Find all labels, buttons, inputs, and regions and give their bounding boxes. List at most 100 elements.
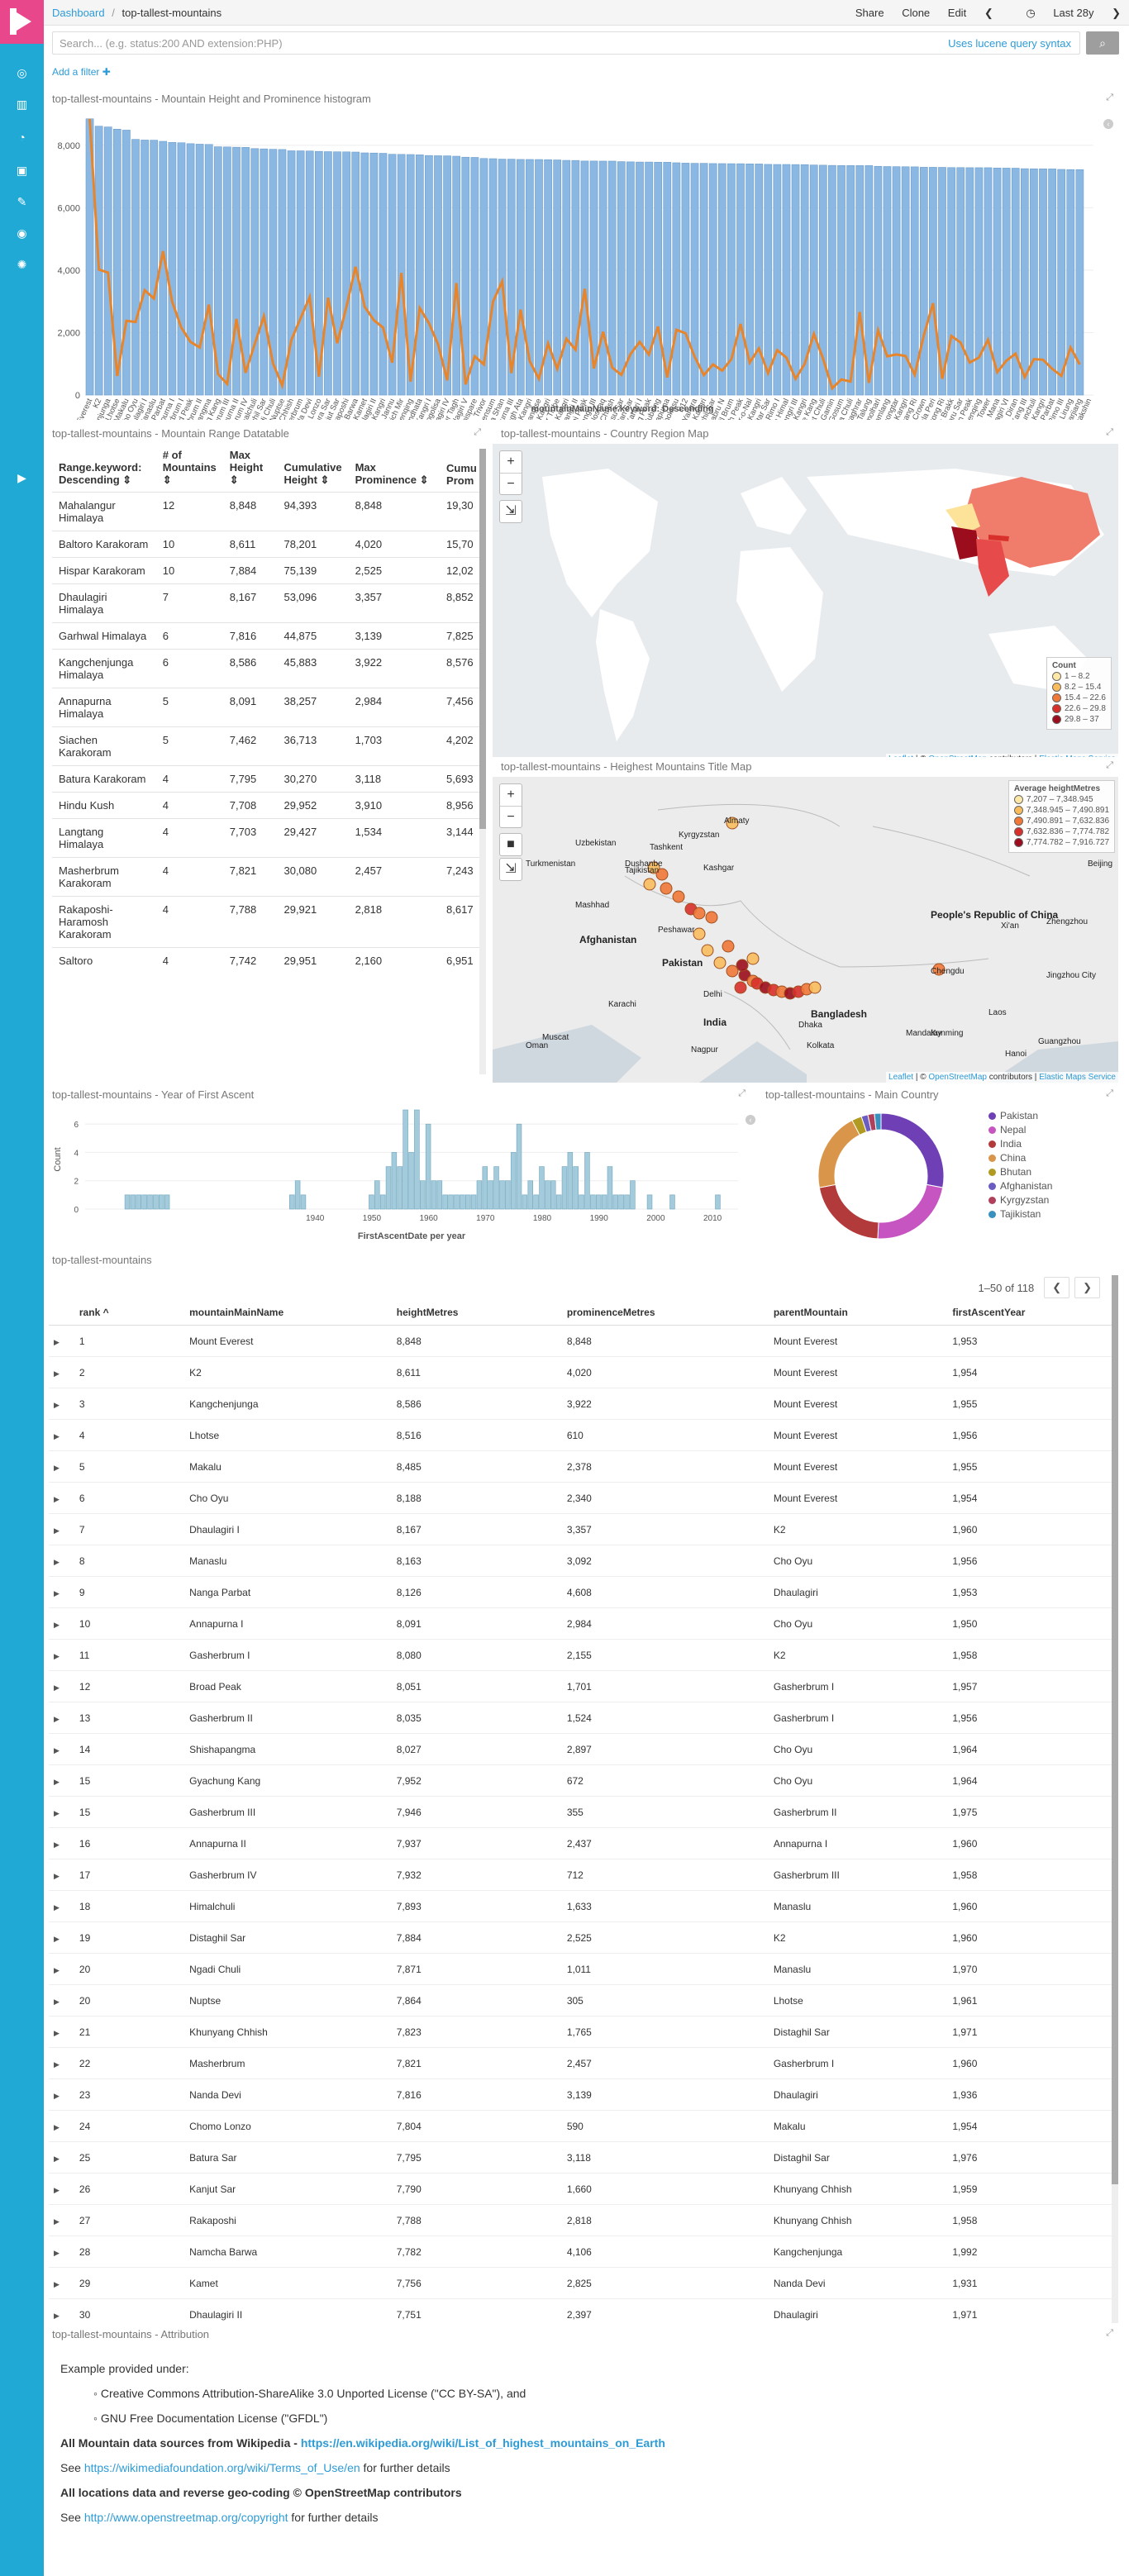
expand-row-icon[interactable]: ▶ [54, 2155, 60, 2163]
expand-cell[interactable]: ▶ [49, 1796, 74, 1828]
legend-collapse-icon[interactable]: ‹ [746, 1115, 755, 1125]
search-input[interactable]: Search... (e.g. status:200 AND extension… [52, 31, 1080, 55]
expand-cell[interactable]: ▶ [49, 1513, 74, 1545]
dashboard-icon[interactable]: ◔ [14, 130, 30, 145]
clone-button[interactable]: Clone [902, 7, 930, 19]
expand-row-icon[interactable]: ▶ [54, 1746, 60, 1755]
expand-cell[interactable]: ▶ [49, 1921, 74, 1954]
expand-row-icon[interactable]: ▶ [54, 1432, 60, 1440]
lucene-syntax-link[interactable]: Uses lucene query syntax [948, 37, 1071, 50]
expand-row-icon[interactable]: ▶ [54, 2186, 60, 2194]
legend-entry[interactable]: Nepal [988, 1124, 1052, 1136]
legend-entry[interactable]: India [988, 1138, 1052, 1150]
table-scrollbar[interactable] [479, 449, 486, 1074]
expand-row-icon[interactable]: ▶ [54, 1495, 60, 1503]
expand-row-icon[interactable]: ▶ [54, 1464, 60, 1472]
osm-copyright-link[interactable]: http://www.openstreetmap.org/copyright [84, 2511, 288, 2524]
time-prev-button[interactable]: ❮ [984, 7, 993, 19]
leaflet-link[interactable]: Leaflet [888, 1073, 913, 1082]
expand-cell[interactable]: ▶ [49, 1356, 74, 1388]
expand-icon[interactable]: ⤢ [1106, 2328, 1113, 2339]
expand-cell[interactable]: ▶ [49, 2078, 74, 2111]
time-picker[interactable]: ◷ Last 28y [1011, 7, 1093, 19]
range-column-header[interactable]: Max Height ⇕ [223, 445, 278, 493]
range-column-header[interactable]: # of Mountains ⇕ [156, 445, 223, 493]
expand-cell[interactable]: ▶ [49, 1450, 74, 1483]
expand-cell[interactable]: ▶ [49, 1388, 74, 1420]
expand-cell[interactable]: ▶ [49, 2016, 74, 2048]
expand-cell[interactable]: ▶ [49, 1545, 74, 1577]
expand-cell[interactable]: ▶ [49, 1607, 74, 1640]
expand-row-icon[interactable]: ▶ [54, 2092, 60, 2100]
zoom-control[interactable]: + − [499, 783, 522, 828]
expand-cell[interactable]: ▶ [49, 2236, 74, 2268]
fit-bounds-control[interactable]: ⇲ [499, 500, 522, 523]
expand-cell[interactable]: ▶ [49, 1890, 74, 1922]
expand-cell[interactable]: ▶ [49, 2110, 74, 2142]
range-column-header[interactable]: Cumulative Height ⇕ [277, 445, 348, 493]
expand-cell[interactable]: ▶ [49, 2298, 74, 2323]
page-prev-button[interactable]: ❮ [1044, 1277, 1070, 1298]
expand-icon[interactable]: ⤢ [1106, 427, 1113, 438]
legend-entry[interactable]: Afghanistan [988, 1180, 1052, 1192]
timelion-icon[interactable]: ▣ [14, 163, 30, 179]
dev-tools-icon[interactable]: ✎ [14, 194, 30, 210]
heighest-mountains-map[interactable]: + − ■ ⇲ Almaty Uzbekistan Tashkent Kyrgyzst… [493, 777, 1118, 1083]
expand-cell[interactable]: ▶ [49, 1953, 74, 1985]
expand-cell[interactable]: ▶ [49, 2267, 74, 2299]
expand-row-icon[interactable]: ▶ [54, 2280, 60, 2288]
expand-row-icon[interactable]: ▶ [54, 1621, 60, 1629]
mountains-column-header[interactable]: rank ^ [74, 1300, 185, 1326]
monitoring-icon[interactable]: ◉ [14, 226, 30, 241]
zoom-out-button[interactable]: − [500, 807, 522, 828]
table-scrollbar[interactable] [1112, 1275, 1118, 2323]
expand-cell[interactable]: ▶ [49, 1576, 74, 1608]
mountains-column-header[interactable]: heightMetres [391, 1300, 562, 1326]
expand-row-icon[interactable]: ▶ [54, 1966, 60, 1974]
expand-cell[interactable]: ▶ [49, 1482, 74, 1514]
discover-icon[interactable]: ◎ [14, 65, 30, 81]
expand-row-icon[interactable]: ▶ [54, 2217, 60, 2226]
country-region-map[interactable]: + − ⇲ Count 1 – 8.2 8.2 – 15.4 15.4 – 22.6… [493, 444, 1118, 764]
expand-cell[interactable]: ▶ [49, 2047, 74, 2079]
fit-bounds-control[interactable]: ⇲ [499, 858, 522, 881]
time-next-button[interactable]: ❯ [1112, 7, 1121, 19]
expand-row-icon[interactable]: ▶ [54, 1401, 60, 1409]
mountains-column-header[interactable]: firstAscentYear [947, 1300, 1115, 1326]
expand-row-icon[interactable]: ▶ [54, 1558, 60, 1566]
expand-cell[interactable]: ▶ [49, 1859, 74, 1891]
expand-row-icon[interactable]: ▶ [54, 1840, 60, 1849]
ems-link[interactable]: Elastic Maps Service [1039, 1073, 1116, 1082]
osm-link[interactable]: OpenStreetMap [928, 1073, 987, 1082]
expand-row-icon[interactable]: ▶ [54, 1935, 60, 1943]
edit-button[interactable]: Edit [948, 7, 966, 19]
mountains-column-header[interactable]: prominenceMetres [561, 1300, 769, 1326]
expand-row-icon[interactable]: ▶ [54, 1997, 60, 2006]
expand-cell[interactable]: ▶ [49, 1639, 74, 1671]
search-button[interactable]: ⌕ [1086, 31, 1119, 55]
zoom-control[interactable]: + − [499, 450, 522, 495]
management-icon[interactable]: ✺ [14, 257, 30, 273]
share-button[interactable]: Share [855, 7, 884, 19]
expand-row-icon[interactable]: ▶ [54, 2029, 60, 2037]
expand-row-icon[interactable]: ▶ [54, 1872, 60, 1880]
expand-row-icon[interactable]: ▶ [54, 2312, 60, 2320]
expand-row-icon[interactable]: ▶ [54, 2249, 60, 2257]
expand-cell[interactable]: ▶ [49, 2141, 74, 2174]
expand-row-icon[interactable]: ▶ [54, 2123, 60, 2131]
expand-row-icon[interactable]: ▶ [54, 1778, 60, 1786]
expand-row-icon[interactable]: ▶ [54, 1715, 60, 1723]
draw-filter-control[interactable]: ■ [499, 833, 522, 856]
expand-cell[interactable]: ▶ [49, 1419, 74, 1451]
expand-row-icon[interactable]: ▶ [54, 1526, 60, 1535]
collapse-icon[interactable]: ▶ [14, 470, 30, 486]
visualize-icon[interactable]: ▥ [14, 97, 30, 112]
expand-row-icon[interactable]: ▶ [54, 1652, 60, 1660]
range-column-header[interactable]: Range.keyword: Descending ⇕ [52, 445, 156, 493]
expand-row-icon[interactable]: ▶ [54, 1903, 60, 1912]
expand-icon[interactable]: ⤢ [474, 427, 481, 438]
breadcrumb-dashboard-link[interactable]: Dashboard [52, 7, 105, 19]
mountains-column-header[interactable]: parentMountain [768, 1300, 948, 1326]
range-column-header[interactable]: Max Prominence ⇕ [349, 445, 440, 493]
zoom-in-button[interactable]: + [500, 784, 522, 807]
